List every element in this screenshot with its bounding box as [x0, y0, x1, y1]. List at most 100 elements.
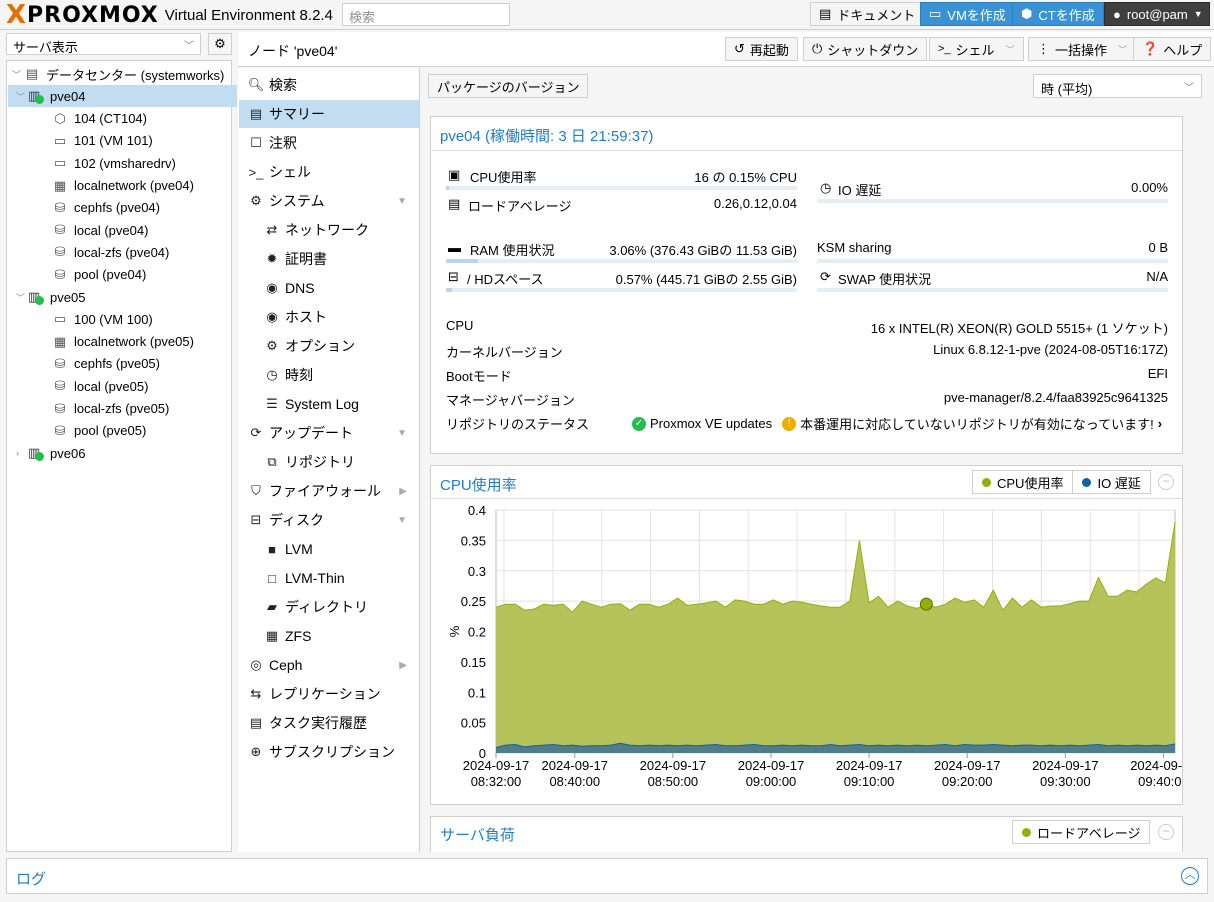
nav-item[interactable]: ☐ 注釈 — [239, 129, 419, 157]
gear-icon[interactable]: ⚙ — [208, 33, 232, 55]
tree-item[interactable]: ▦ localnetwork (pve04) — [8, 175, 237, 197]
chevron-right-icon[interactable]: › — [1158, 416, 1162, 431]
ellipsis-icon: ⋮ — [1037, 41, 1050, 56]
info-label: CPU — [446, 318, 474, 333]
collapse-icon[interactable]: − — [1158, 824, 1174, 840]
nav-item[interactable]: ⊟ ディスク ▼ — [239, 506, 419, 534]
create-ct-button[interactable]: ⬢ CTを作成 — [1012, 2, 1104, 26]
tree-item[interactable]: ﹀ ▥ pve04 — [8, 85, 237, 108]
legend-io-delay[interactable]: IO 遅延 — [1073, 471, 1149, 493]
nav-item[interactable]: ⇆ レプリケーション — [239, 680, 419, 708]
datacenter-icon: ▤ — [25, 66, 39, 81]
tree-item[interactable]: › ▥ pve06 — [8, 442, 237, 464]
nav-item[interactable]: ◉ DNS — [239, 274, 419, 302]
chevron-down-icon[interactable]: ▼ — [397, 515, 407, 526]
storage-icon: ⛁ — [54, 222, 66, 238]
nav-item[interactable]: ◷ 時刻 — [239, 361, 419, 389]
x-tick-time: 08:32:00 — [471, 774, 522, 789]
x-tick-date: 2024-09-17 — [542, 758, 609, 773]
shell-button[interactable]: >_ シェル ﹀ — [929, 37, 1024, 61]
book-icon: ▤ — [819, 6, 832, 21]
nav-item[interactable]: ◉ ホスト — [239, 303, 419, 331]
tree-item[interactable]: ▭ 100 (VM 100) — [8, 308, 237, 330]
info-label: カーネルバージョン — [446, 345, 563, 360]
nav-item[interactable]: ✹ 証明書 — [239, 245, 419, 273]
legend-cpu-usage[interactable]: CPU使用率 — [973, 471, 1074, 493]
y-tick-label: 0.3 — [468, 564, 486, 579]
tree-item[interactable]: ⛁ pool (pve04) — [8, 264, 237, 286]
search-input[interactable]: 検索 — [342, 3, 510, 26]
nav-item[interactable]: ▤ タスク実行履歴 — [239, 709, 419, 737]
chevron-down-icon[interactable]: ﹀ — [12, 68, 24, 81]
io-delay-bar — [817, 199, 1168, 203]
package-versions-button[interactable]: パッケージのバージョン — [428, 74, 589, 98]
legend-dot — [1022, 827, 1031, 837]
nav-item[interactable]: >_ シェル — [239, 158, 419, 186]
tree-item[interactable]: ﹀ ▥ pve05 — [8, 286, 237, 308]
chevron-down-icon[interactable]: ▼ — [397, 428, 407, 439]
chevron-down-icon[interactable]: ﹀ — [16, 90, 28, 103]
nav-item[interactable]: ▦ ZFS — [239, 622, 419, 650]
chevron-up-icon[interactable]: ︿ — [1181, 867, 1199, 885]
hd-space-bar — [446, 288, 797, 292]
chevron-down-icon[interactable]: ▼ — [397, 196, 407, 207]
node-online-icon: ▥ — [28, 445, 45, 462]
tree-item[interactable]: ⛁ local-zfs (pve05) — [8, 398, 237, 420]
tree-item[interactable]: ⛁ cephfs (pve04) — [8, 197, 237, 219]
collapse-icon[interactable]: − — [1158, 474, 1174, 490]
nav-item[interactable]: ⚙ オプション — [239, 332, 419, 360]
nav-item[interactable]: ⊕ サブスクリプション — [239, 738, 419, 766]
nav-item[interactable]: ■ LVM — [239, 535, 419, 563]
cpu-chart-title: CPU使用率 — [440, 477, 517, 494]
power-icon: ⏻ — [812, 41, 823, 56]
repo-status-label: リポジトリのステータス — [446, 417, 590, 432]
nav-item[interactable]: ⧉ リポジトリ — [239, 448, 419, 476]
chevron-right-icon[interactable]: ▶ — [399, 486, 407, 497]
shutdown-button[interactable]: ⏻ シャットダウン — [803, 37, 928, 61]
nav-item[interactable]: ☰ System Log — [239, 390, 419, 418]
tree-item[interactable]: ⛁ cephfs (pve05) — [8, 353, 237, 375]
nav-item[interactable]: ▤ サマリー — [239, 100, 419, 128]
chevron-down-icon[interactable]: › — [16, 448, 28, 458]
nav-item[interactable]: ◎ Ceph ▶ — [239, 651, 419, 679]
nav-item[interactable]: ⛉ ファイアウォール ▶ — [239, 477, 419, 505]
documentation-button[interactable]: ▤ ドキュメント — [810, 2, 925, 26]
cpu-icon: ▣ — [448, 167, 461, 182]
tree-item[interactable]: ⛁ local (pve04) — [8, 219, 237, 241]
x-tick-time: 09:00:00 — [746, 774, 797, 789]
tree-item[interactable]: ⛁ local-zfs (pve04) — [8, 241, 237, 263]
view-selector[interactable]: サーバ表示 ﹀ — [6, 33, 201, 55]
reboot-button[interactable]: ↺ 再起動 — [725, 37, 798, 61]
nav-item[interactable]: ⟳ アップデート ▼ — [239, 419, 419, 447]
nav-item[interactable]: ▰ ディレクトリ — [239, 593, 419, 621]
swap-bar — [817, 288, 1168, 292]
terminal-icon: >_ — [248, 164, 264, 180]
log-panel[interactable]: ログ ︿ — [6, 858, 1208, 894]
ksm-value: 0 B — [1148, 240, 1168, 255]
user-menu-button[interactable]: ● root@pam ▼ — [1104, 2, 1210, 26]
tree-item[interactable]: ▦ localnetwork (pve05) — [8, 331, 237, 353]
timeframe-selector[interactable]: 時 (平均) ﹀ — [1033, 74, 1202, 98]
chevron-right-icon[interactable]: ▶ — [399, 660, 407, 671]
vm-icon: ▭ — [53, 311, 67, 327]
storage-icon: ⛁ — [54, 378, 66, 394]
tree-item[interactable]: ▭ 102 (vmsharedrv) — [8, 152, 237, 174]
nav-item[interactable]: ⇄ ネットワーク — [239, 216, 419, 244]
legend-load-average[interactable]: ロードアベレージ — [1013, 821, 1149, 843]
chevron-down-icon[interactable]: ﹀ — [16, 291, 28, 304]
tree-item[interactable]: ⬡ 104 (CT104) — [8, 108, 237, 130]
tree-item[interactable]: ⛁ pool (pve05) — [8, 420, 237, 442]
nav-item[interactable]: 🔍︎ 検索 — [239, 71, 419, 99]
help-button[interactable]: ❓ ヘルプ — [1133, 37, 1212, 61]
create-vm-button[interactable]: ▭ VMを作成 — [920, 2, 1015, 26]
bulk-actions-button[interactable]: ⋮ 一括操作 ﹀ — [1028, 37, 1137, 61]
tree-item[interactable]: ▭ 101 (VM 101) — [8, 130, 237, 152]
server-load-legend: ロードアベレージ — [1012, 820, 1151, 844]
x-tick-time: 09:10:00 — [844, 774, 895, 789]
cpu-usage-value: 16 の 0.15% CPU — [694, 170, 797, 185]
x-tick-date: 2024-09-17 — [934, 758, 1001, 773]
nav-item[interactable]: □ LVM-Thin — [239, 564, 419, 592]
nav-item[interactable]: ⚙ システム ▼ — [239, 187, 419, 215]
tree-item[interactable]: ﹀ ▤ データセンター (systemworks) — [8, 63, 237, 85]
tree-item[interactable]: ⛁ local (pve05) — [8, 375, 237, 397]
